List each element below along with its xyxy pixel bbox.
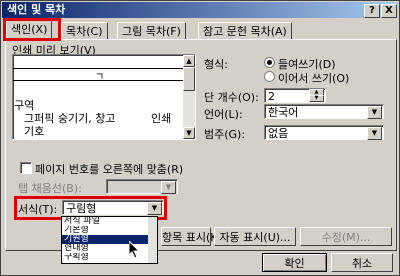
chevron-down-icon[interactable]: ▼ — [161, 181, 176, 194]
help-button[interactable]: ? — [364, 4, 380, 18]
format-option-selected[interactable]: 기원형 — [62, 235, 157, 244]
radio-runin[interactable] — [264, 71, 275, 82]
tab-leader-label: 탭 채움선(B): — [18, 182, 82, 195]
window-title: 색인 및 목차 — [7, 3, 66, 16]
cancel-button[interactable]: 취소 — [331, 253, 393, 272]
scroll-up-icon[interactable]: ▲ — [183, 55, 195, 67]
format-option[interactable]: 서식 파일 — [62, 217, 157, 226]
modify-label: 수정(M)... — [321, 231, 371, 244]
type-label: 형식: — [204, 58, 228, 71]
scroll-thumb[interactable] — [183, 67, 195, 91]
format-option[interactable]: 기본형 — [62, 226, 157, 235]
tab-highlight-box — [3, 18, 61, 41]
columns-spinner[interactable]: 2 ▲ ▼ — [264, 88, 326, 103]
mark-entry-button[interactable]: 항목 표시(K)... — [161, 227, 232, 246]
close-button[interactable]: X — [381, 4, 397, 18]
list-scrollbar[interactable] — [148, 217, 157, 263]
spin-down-icon[interactable]: ▼ — [309, 95, 324, 102]
language-label: 언어(L): — [204, 108, 243, 121]
chevron-down-icon[interactable]: ▼ — [367, 127, 382, 140]
preview-entry-2: 기호 — [24, 125, 45, 138]
chevron-down-icon[interactable]: ▼ — [367, 106, 382, 119]
cancel-label: 취소 — [351, 257, 373, 270]
columns-value: 2 — [268, 90, 275, 103]
mouse-cursor-icon — [128, 239, 141, 263]
radio-runin-label: 이어서 쓰기(O) — [278, 72, 350, 85]
category-value: 없음 — [268, 127, 289, 140]
right-align-label: 페이지 번호를 오른쪽에 맞춤(R) — [35, 163, 184, 176]
preview-scrollbar[interactable]: ▲ ▼ — [183, 55, 195, 139]
radio-indented[interactable] — [264, 57, 275, 68]
language-dropdown[interactable]: 한국어 ▼ — [264, 104, 384, 119]
format-option[interactable]: 구획형 — [62, 253, 157, 262]
preview-letter: ㄱ — [95, 72, 105, 83]
preview-letter-band: ㄱ — [13, 68, 183, 83]
scroll-down-icon[interactable]: ▼ — [183, 127, 195, 139]
tab-leader-dropdown[interactable]: ▼ — [106, 179, 178, 194]
title-bar: 색인 및 목차 ? X — [2, 2, 398, 18]
formats-list[interactable]: 서식 파일 기본형 기원형 현대형 구획형 — [61, 216, 158, 264]
category-dropdown[interactable]: 없음 ▼ — [264, 125, 384, 140]
print-preview-box: ㄱ 구역 그퍼픽 숭기기, 창고 인쇄 기호 ▲ ▼ — [12, 54, 196, 140]
tab-figures[interactable]: 그림 목차(F) — [117, 22, 186, 40]
format-option[interactable]: 현대형 — [62, 244, 157, 253]
index-dialog: 색인 및 목차 ? X 색인(X) 목차(C) 그림 목차(F) 참고 문헌 목… — [0, 0, 400, 276]
ok-button[interactable]: 확인 — [262, 253, 327, 272]
auto-mark-label: 자동 표시(U)... — [219, 231, 291, 244]
category-label: 범주(G): — [204, 128, 246, 141]
preview-entry-1-tail: 인쇄 — [151, 112, 172, 125]
columns-label: 단 개수(O): — [204, 91, 259, 104]
ok-label: 확인 — [284, 257, 305, 270]
tab-toc[interactable]: 목차(C) — [61, 22, 108, 40]
modify-button[interactable]: 수정(M)... — [300, 227, 392, 246]
right-align-checkbox[interactable] — [20, 162, 32, 174]
tab-authorities[interactable]: 참고 문헌 목차(A) — [198, 22, 292, 40]
language-value: 한국어 — [268, 106, 299, 119]
auto-mark-button[interactable]: 자동 표시(U)... — [214, 227, 296, 246]
